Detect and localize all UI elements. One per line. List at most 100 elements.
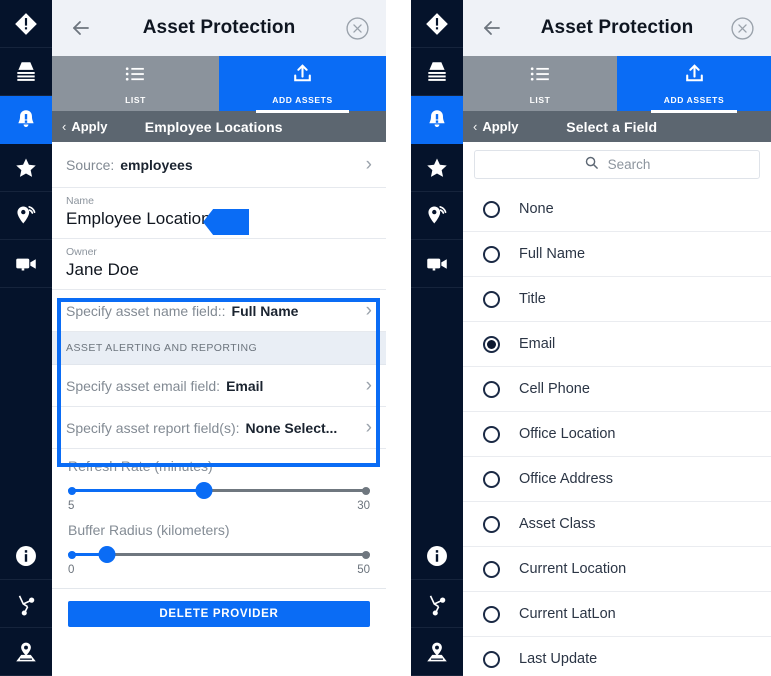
radio-button-selected[interactable]: [483, 335, 500, 353]
rail-item-location-signal[interactable]: [0, 192, 52, 240]
refresh-rate-slider[interactable]: [68, 481, 370, 499]
rail2-item-bell-alert[interactable]: [411, 96, 463, 144]
field-option-list: None Full Name Title Email Cell Phone Office …: [463, 187, 771, 676]
asset-email-field-value: Email: [226, 377, 264, 394]
tab-add-assets[interactable]: ADD ASSETS: [617, 56, 771, 113]
asset-name-field-row[interactable]: Specify asset name field:: Full Name ›: [52, 290, 386, 332]
tab-active-underline: [650, 110, 738, 113]
left-panel: Asset Protection LIST ADD ASSETS ‹ Apply…: [0, 0, 386, 676]
apply-back-label[interactable]: Apply: [482, 119, 518, 134]
name-field-label: Name: [66, 195, 95, 207]
refresh-rate-min: 5: [68, 500, 75, 512]
radio-button[interactable]: [483, 290, 500, 308]
search-icon: [584, 155, 599, 175]
list-icon: [528, 62, 553, 92]
close-button[interactable]: [727, 13, 757, 43]
buffer-radius-min: 0: [68, 564, 75, 576]
star-icon: [424, 155, 450, 181]
field-list-content: Search None Full Name Title Email Cell Phone…: [463, 142, 771, 676]
rail2-item-info[interactable]: [411, 532, 463, 580]
rail-item-alert-diamond[interactable]: [0, 0, 52, 48]
radio-button[interactable]: [483, 650, 500, 668]
field-option-row[interactable]: Asset Class: [463, 502, 771, 547]
right-panel: Asset Protection LIST ADD ASSETS ‹ Apply…: [411, 0, 771, 676]
map-pin-icon: [424, 639, 450, 665]
radio-dot: [487, 339, 496, 349]
field-option-row[interactable]: Cell Phone: [463, 367, 771, 412]
radio-button[interactable]: [483, 605, 500, 623]
asset-report-field-row[interactable]: Specify asset report field(s): None Sele…: [52, 407, 386, 449]
radio-button[interactable]: [483, 560, 500, 578]
rail2-item-map-pin[interactable]: [411, 628, 463, 676]
radio-button[interactable]: [483, 245, 500, 263]
tab-add-assets[interactable]: ADD ASSETS: [219, 56, 386, 113]
right-header: Asset Protection: [463, 0, 771, 56]
field-option-row[interactable]: Full Name: [463, 232, 771, 277]
apply-back-chevron-icon[interactable]: ‹: [62, 119, 66, 134]
rail2-item-network-route[interactable]: [411, 580, 463, 628]
back-button[interactable]: [477, 13, 507, 43]
field-option-row[interactable]: Title: [463, 277, 771, 322]
rail2-item-alert-diamond[interactable]: [411, 0, 463, 48]
source-chevron-icon: ›: [365, 154, 372, 175]
asset-report-field-value: None Select...: [245, 419, 338, 436]
field-option-row[interactable]: Current LatLon: [463, 592, 771, 637]
refresh-rate-thumb[interactable]: [195, 481, 213, 499]
rail2-item-star[interactable]: [411, 144, 463, 192]
field-option-label: Office Location: [519, 426, 616, 442]
refresh-rate-label: Refresh Rate (minutes): [68, 458, 213, 474]
tab-list[interactable]: LIST: [52, 56, 219, 111]
rail-item-info[interactable]: [0, 532, 52, 580]
field-option-row[interactable]: Last Update: [463, 637, 771, 676]
rail2-item-location-signal[interactable]: [411, 192, 463, 240]
rail-item-star[interactable]: [0, 144, 52, 192]
field-option-row[interactable]: Email: [463, 322, 771, 367]
asset-email-chevron-icon: ›: [365, 375, 372, 396]
tab-active-underline: [255, 110, 350, 113]
apply-back-label[interactable]: Apply: [71, 119, 107, 134]
owner-field[interactable]: Owner Jane Doe: [52, 239, 386, 290]
apply-back-chevron-icon[interactable]: ‹: [473, 119, 477, 134]
rail2-item-video-camera[interactable]: [411, 240, 463, 288]
buffer-radius-slider[interactable]: [68, 545, 370, 563]
close-button[interactable]: [342, 13, 372, 43]
rail-item-bell-alert[interactable]: [0, 96, 52, 144]
radio-button[interactable]: [483, 425, 500, 443]
rail-item-map-pin[interactable]: [0, 628, 52, 676]
field-option-label: Full Name: [519, 246, 586, 262]
field-option-row[interactable]: None: [463, 187, 771, 232]
info-icon: [13, 543, 39, 569]
database-stack-icon: [424, 59, 450, 85]
refresh-rate-fill: [68, 489, 204, 492]
rail-item-database[interactable]: [0, 48, 52, 96]
info-icon: [424, 543, 450, 569]
field-option-label: None: [519, 201, 554, 217]
back-button[interactable]: [66, 13, 96, 43]
list-icon: [123, 62, 148, 92]
rail-item-network-route[interactable]: [0, 580, 52, 628]
radio-button[interactable]: [483, 515, 500, 533]
search-input[interactable]: Search: [474, 150, 760, 179]
rail2-item-database[interactable]: [411, 48, 463, 96]
radio-button[interactable]: [483, 200, 500, 218]
rail-item-video-camera[interactable]: [0, 240, 52, 288]
delete-provider-button[interactable]: DELETE PROVIDER: [68, 601, 370, 627]
section-heading: ASSET ALERTING AND REPORTING: [52, 332, 386, 365]
asset-email-field-row[interactable]: Specify asset email field: Email ›: [52, 365, 386, 407]
right-content-column: Asset Protection LIST ADD ASSETS ‹ Apply…: [463, 0, 771, 676]
refresh-rate-slider-group: Refresh Rate (minutes) 5 30: [52, 449, 386, 516]
tab-list[interactable]: LIST: [463, 56, 617, 111]
field-option-row[interactable]: Current Location: [463, 547, 771, 592]
field-option-row[interactable]: Office Location: [463, 412, 771, 457]
right-subtitle: Select a Field: [566, 118, 658, 135]
radio-button[interactable]: [483, 380, 500, 398]
network-route-icon: [13, 591, 39, 617]
refresh-rate-max: 30: [357, 500, 370, 512]
field-option-label: Email: [519, 336, 556, 352]
refresh-rate-end-cap: [362, 486, 370, 495]
buffer-radius-thumb[interactable]: [98, 545, 116, 563]
database-stack-icon: [13, 59, 39, 85]
source-row[interactable]: Source: employees ›: [52, 142, 386, 188]
field-option-row[interactable]: Office Address: [463, 457, 771, 502]
radio-button[interactable]: [483, 470, 500, 488]
